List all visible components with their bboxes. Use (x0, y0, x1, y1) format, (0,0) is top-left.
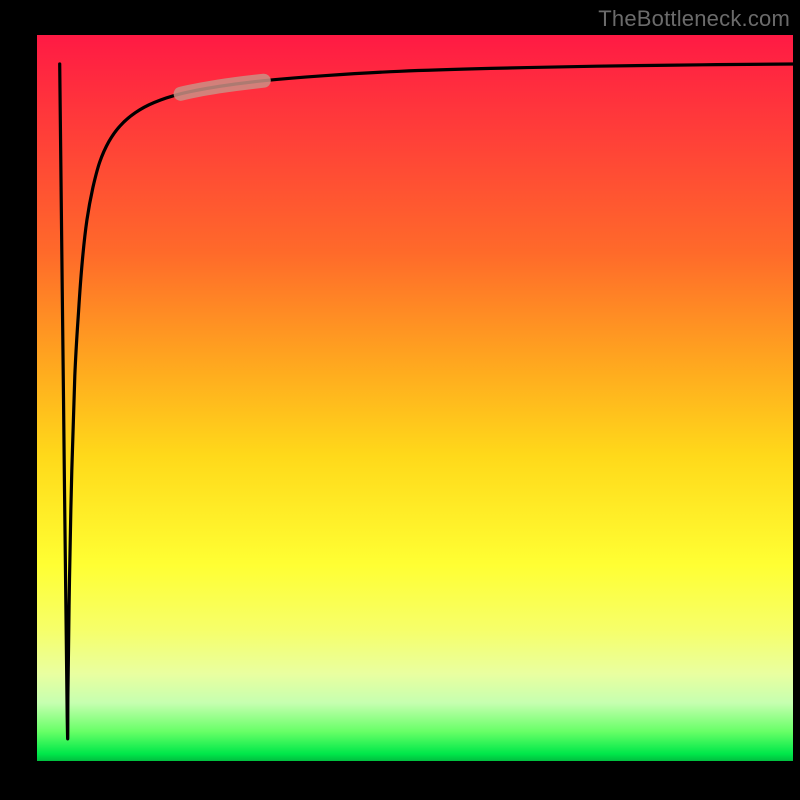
watermark-label: TheBottleneck.com (598, 6, 790, 32)
plot-gradient-area (37, 35, 793, 761)
chart-stage: TheBottleneck.com (0, 0, 800, 800)
